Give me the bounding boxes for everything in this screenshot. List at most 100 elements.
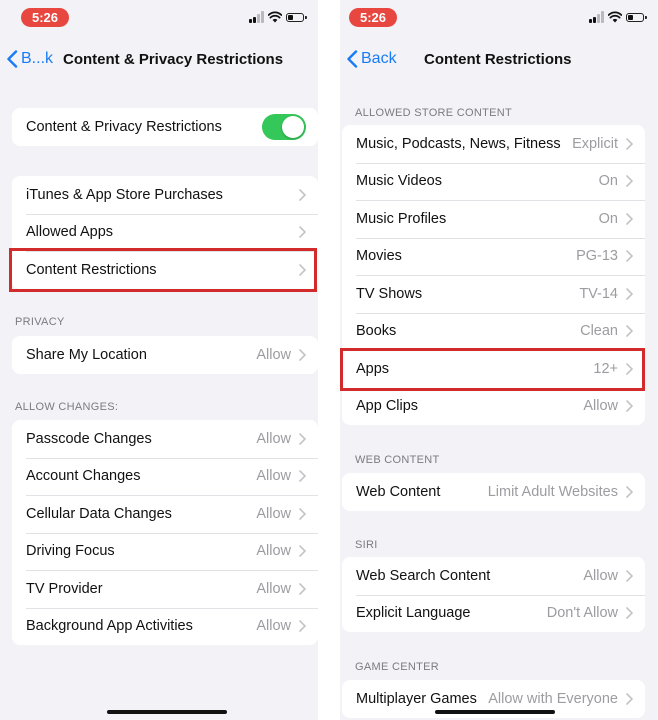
chevron-right-icon: [299, 263, 306, 276]
home-indicator: [107, 710, 227, 714]
cellular-data-changes-row[interactable]: Cellular Data Changes Allow: [12, 495, 318, 533]
row-value: Explicit: [572, 135, 618, 152]
row-value: On: [598, 173, 618, 190]
row-value: Clean: [580, 323, 618, 340]
store-settings-group: iTunes & App Store Purchases Allowed App…: [12, 176, 318, 289]
row-value: Allow with Everyone: [488, 690, 618, 707]
home-indicator: [435, 710, 555, 714]
row-value: Allow: [256, 618, 291, 635]
background-app-activities-row[interactable]: Background App Activities Allow: [12, 607, 318, 646]
row-label: Driving Focus: [26, 543, 115, 560]
wifi-icon: [268, 11, 282, 23]
row-label: Content & Privacy Restrictions: [26, 119, 222, 135]
apps-row[interactable]: Apps 12+: [342, 350, 645, 388]
driving-focus-row[interactable]: Driving Focus Allow: [12, 532, 318, 571]
web-content-row[interactable]: Web Content Limit Adult Websites: [342, 473, 645, 511]
account-changes-row[interactable]: Account Changes Allow: [12, 457, 318, 496]
row-label: Allowed Apps: [26, 224, 114, 241]
chevron-left-icon: [347, 50, 358, 68]
chevron-right-icon: [626, 362, 633, 375]
restrictions-toggle-row: Content & Privacy Restrictions: [12, 108, 318, 146]
web-search-content-row[interactable]: Web Search Content Allow: [342, 557, 645, 595]
status-bar: 5:26: [340, 8, 658, 28]
row-value: Don't Allow: [546, 605, 618, 622]
row-value: Allow: [256, 505, 291, 522]
row-value: 12+: [593, 360, 618, 377]
music-videos-row[interactable]: Music Videos On: [342, 162, 645, 201]
chevron-right-icon: [626, 212, 633, 225]
siri-header: SIRI: [355, 539, 378, 551]
allow-changes-section-header: ALLOW CHANGES:: [15, 401, 119, 413]
navigation-bar: Back Content Restrictions: [340, 45, 658, 75]
row-label: Account Changes: [26, 468, 141, 485]
row-value: Limit Adult Websites: [487, 483, 618, 500]
chevron-left-icon: [7, 50, 18, 68]
chevron-right-icon: [626, 485, 633, 498]
row-label: App Clips: [356, 398, 419, 415]
game-center-header: GAME CENTER: [355, 661, 439, 673]
content-privacy-screen: 5:26 B...k Content & Privacy Restriction…: [0, 0, 318, 720]
chevron-right-icon: [626, 175, 633, 188]
chevron-right-icon: [299, 470, 306, 483]
siri-group: Web Search Content Allow Explicit Langua…: [342, 557, 645, 632]
movies-row[interactable]: Movies PG-13: [342, 237, 645, 276]
back-button[interactable]: Back: [346, 50, 397, 68]
tv-shows-row[interactable]: TV Shows TV-14: [342, 275, 645, 313]
tv-provider-row[interactable]: TV Provider Allow: [12, 570, 318, 608]
chevron-right-icon: [299, 507, 306, 520]
row-value: TV-14: [579, 285, 618, 302]
row-value: Allow: [583, 398, 618, 415]
chevron-right-icon: [299, 582, 306, 595]
chevron-right-icon: [626, 325, 633, 338]
screenshot-pair: 5:26 B...k Content & Privacy Restriction…: [0, 0, 658, 720]
chevron-right-icon: [299, 620, 306, 633]
chevron-right-icon: [626, 692, 633, 705]
row-value: Allow: [256, 346, 291, 363]
music-podcasts-news-fitness-row[interactable]: Music, Podcasts, News, Fitness Explicit: [342, 125, 645, 163]
chevron-right-icon: [299, 188, 306, 201]
explicit-language-row[interactable]: Explicit Language Don't Allow: [342, 594, 645, 633]
app-clips-row[interactable]: App Clips Allow: [342, 387, 645, 426]
chevron-right-icon: [626, 607, 633, 620]
row-label: Share My Location: [26, 346, 147, 363]
allowed-store-content-group: Music, Podcasts, News, Fitness Explicit …: [342, 125, 645, 425]
music-profiles-row[interactable]: Music Profiles On: [342, 200, 645, 238]
chevron-right-icon: [626, 250, 633, 263]
chevron-right-icon: [626, 287, 633, 300]
row-value: On: [598, 210, 618, 227]
page-title: Content & Privacy Restrictions: [63, 51, 284, 68]
back-label: Back: [361, 50, 397, 67]
chevron-right-icon: [626, 137, 633, 150]
passcode-changes-row[interactable]: Passcode Changes Allow: [12, 420, 318, 458]
status-time: 5:26: [21, 8, 69, 27]
page-title: Content Restrictions: [424, 51, 572, 68]
back-button[interactable]: B...k: [6, 50, 53, 68]
itunes-app-store-purchases-row[interactable]: iTunes & App Store Purchases: [12, 176, 318, 214]
wifi-icon: [608, 11, 622, 23]
cellular-signal-icon: [589, 11, 604, 23]
cellular-signal-icon: [249, 11, 264, 23]
row-label: Explicit Language: [356, 605, 471, 622]
books-row[interactable]: Books Clean: [342, 312, 645, 351]
row-label: Background App Activities: [26, 618, 193, 635]
row-label: iTunes & App Store Purchases: [26, 186, 223, 203]
allowed-store-content-header: ALLOWED STORE CONTENT: [355, 107, 513, 119]
battery-icon: [286, 12, 307, 22]
allowed-apps-row[interactable]: Allowed Apps: [12, 213, 318, 252]
restrictions-toggle-switch[interactable]: [262, 114, 306, 140]
privacy-section-header: PRIVACY: [15, 316, 65, 328]
row-label: Passcode Changes: [26, 430, 152, 447]
content-restrictions-screen: 5:26 Back Content Restrictions ALLOWED S…: [340, 0, 658, 720]
battery-icon: [626, 12, 647, 22]
row-label: TV Shows: [356, 285, 423, 302]
back-label: B...k: [21, 50, 54, 67]
row-value: Allow: [256, 468, 291, 485]
row-label: Multiplayer Games: [356, 690, 477, 707]
row-value: Allow: [583, 567, 618, 584]
content-restrictions-row[interactable]: Content Restrictions: [12, 251, 318, 289]
share-my-location-row[interactable]: Share My Location Allow: [12, 336, 318, 374]
restrictions-toggle-group: Content & Privacy Restrictions: [12, 108, 318, 146]
chevron-right-icon: [299, 348, 306, 361]
row-label: Music Profiles: [356, 210, 447, 227]
row-label: Apps: [356, 360, 390, 377]
